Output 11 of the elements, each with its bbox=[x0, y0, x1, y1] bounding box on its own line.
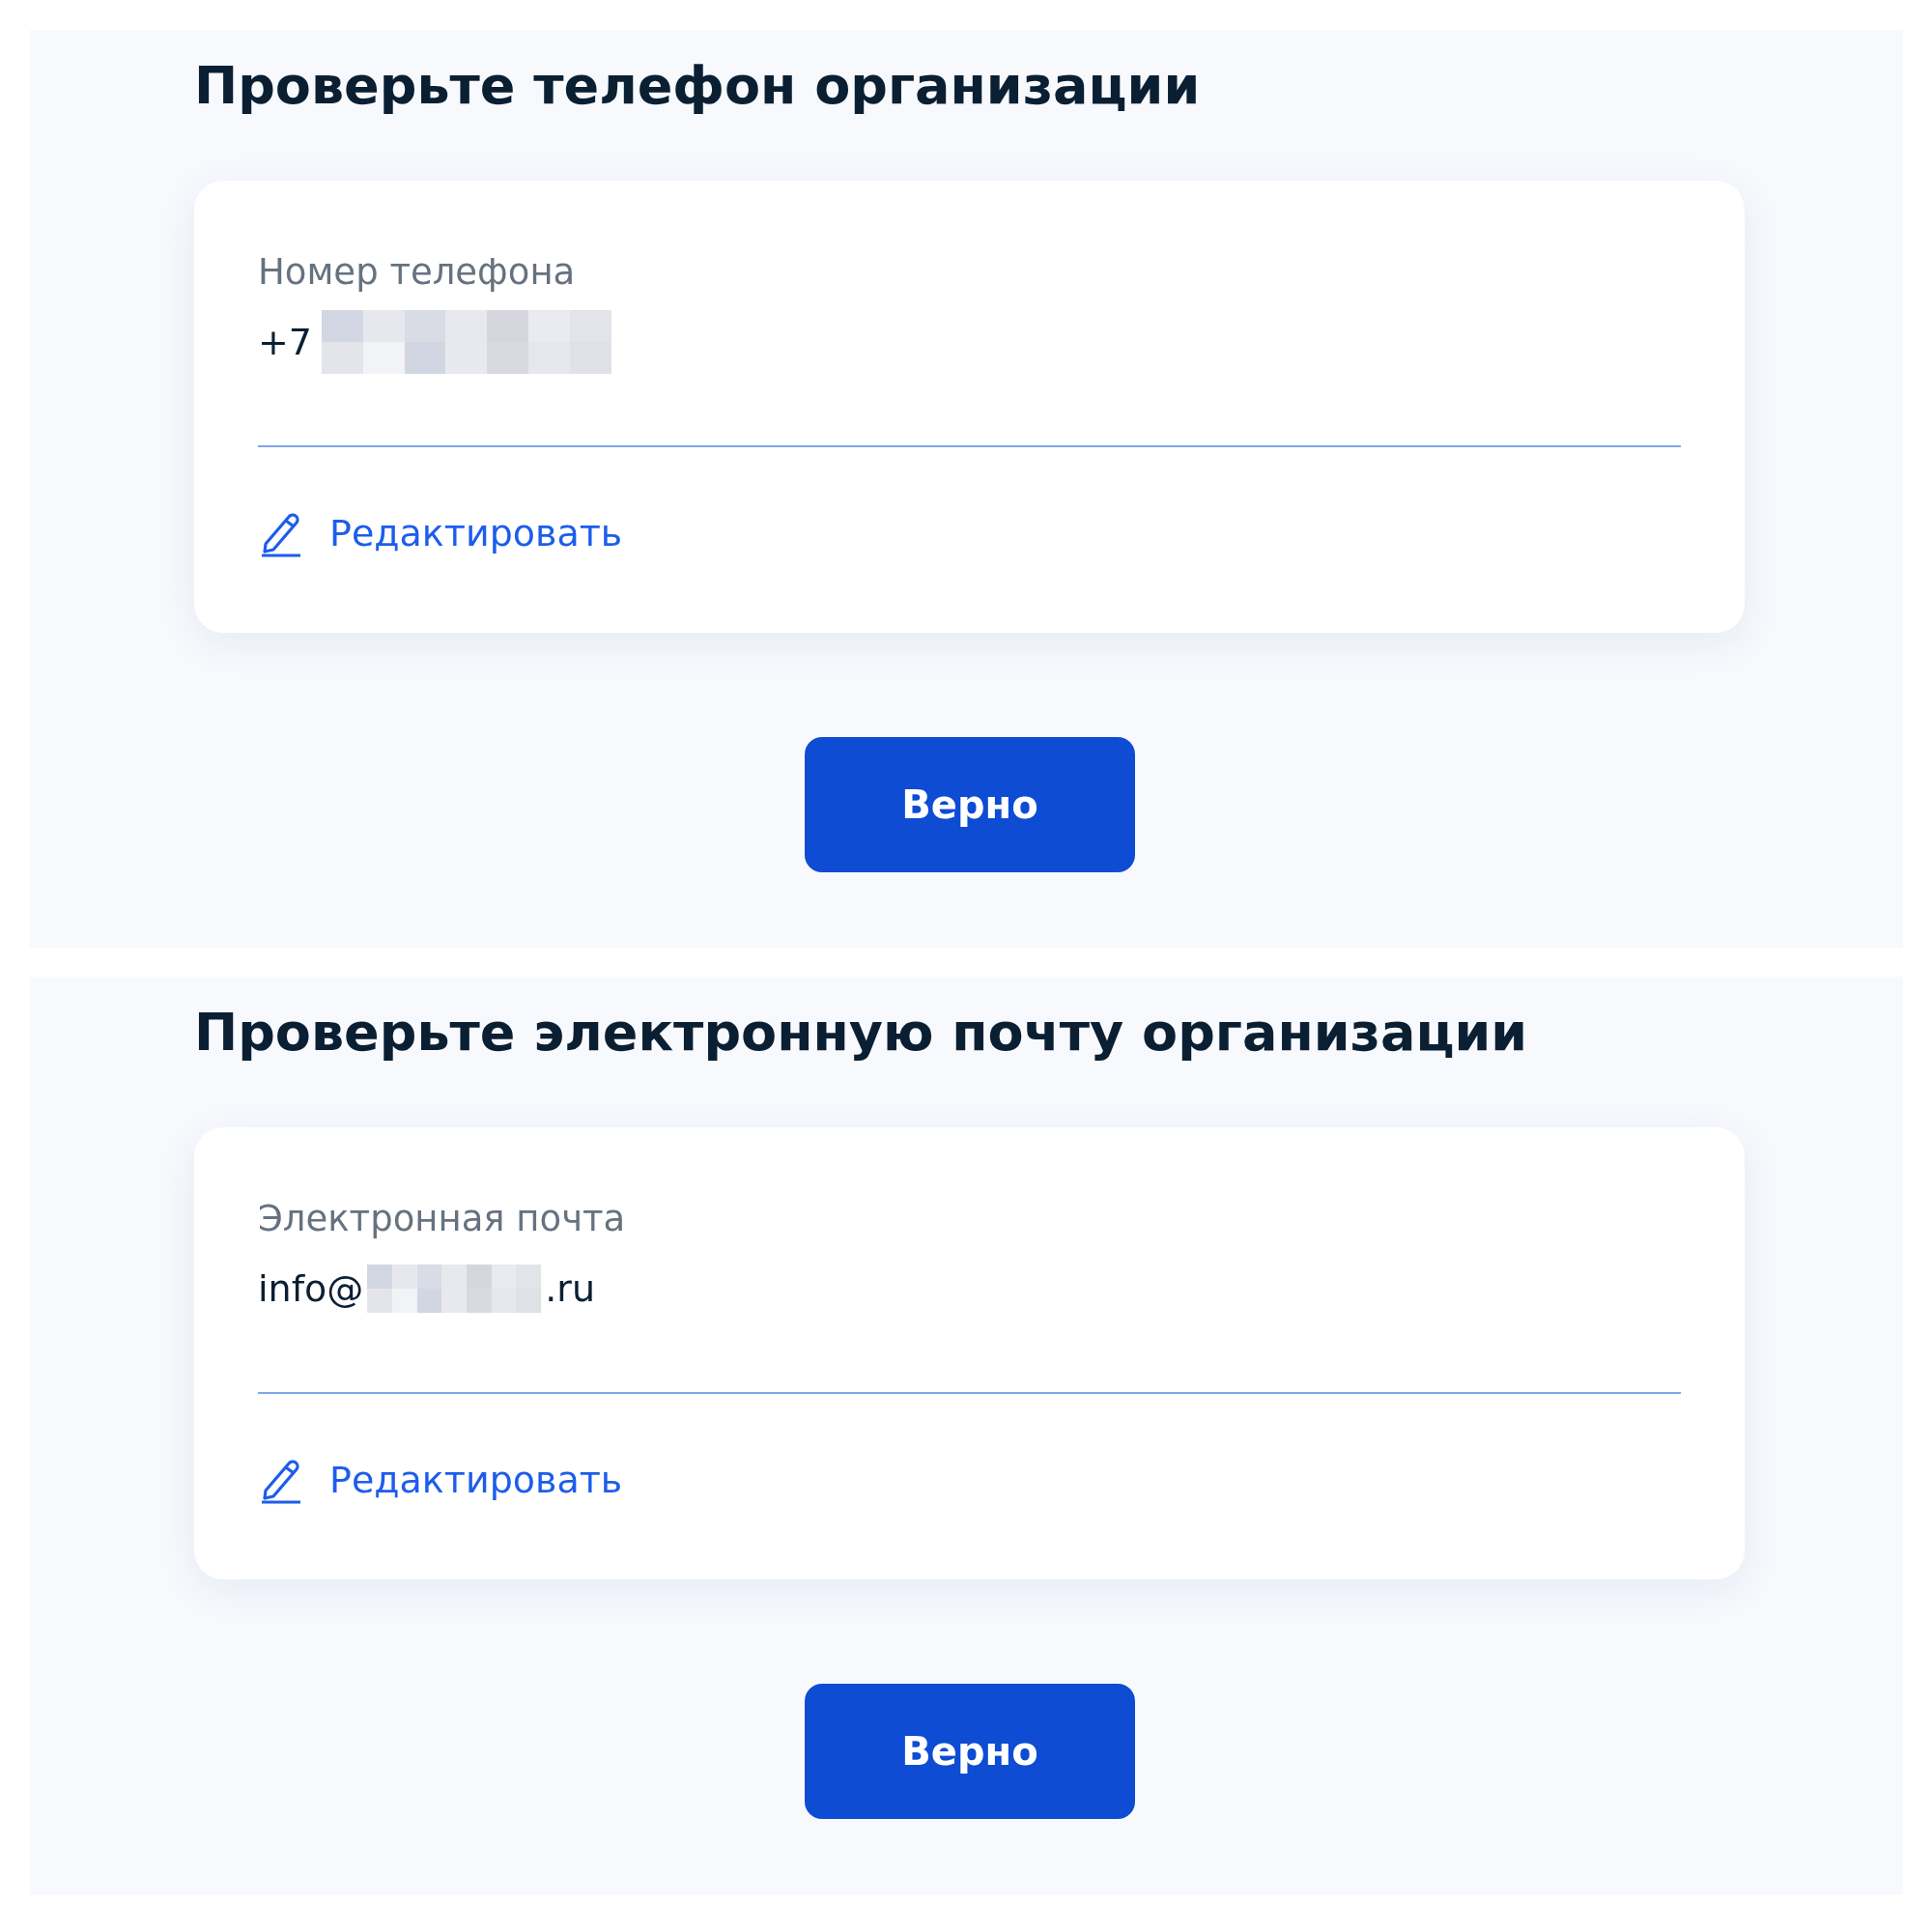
field-value: +7 bbox=[258, 321, 313, 363]
confirm-button[interactable]: Верно bbox=[805, 737, 1135, 872]
section-title: Проверьте электронную почту организации bbox=[194, 1001, 1528, 1065]
confirm-button[interactable]: Верно bbox=[805, 1684, 1135, 1819]
section-title: Проверьте телефон организации bbox=[194, 54, 1201, 118]
field-label: Номер телефона bbox=[258, 250, 576, 295]
field-value: info@ bbox=[258, 1267, 364, 1310]
field-value: .ru bbox=[545, 1267, 596, 1310]
edit-link[interactable]: Редактировать bbox=[258, 1456, 623, 1504]
field-label: Электронная почта bbox=[258, 1197, 626, 1241]
edit-link[interactable]: Редактировать bbox=[258, 509, 623, 557]
